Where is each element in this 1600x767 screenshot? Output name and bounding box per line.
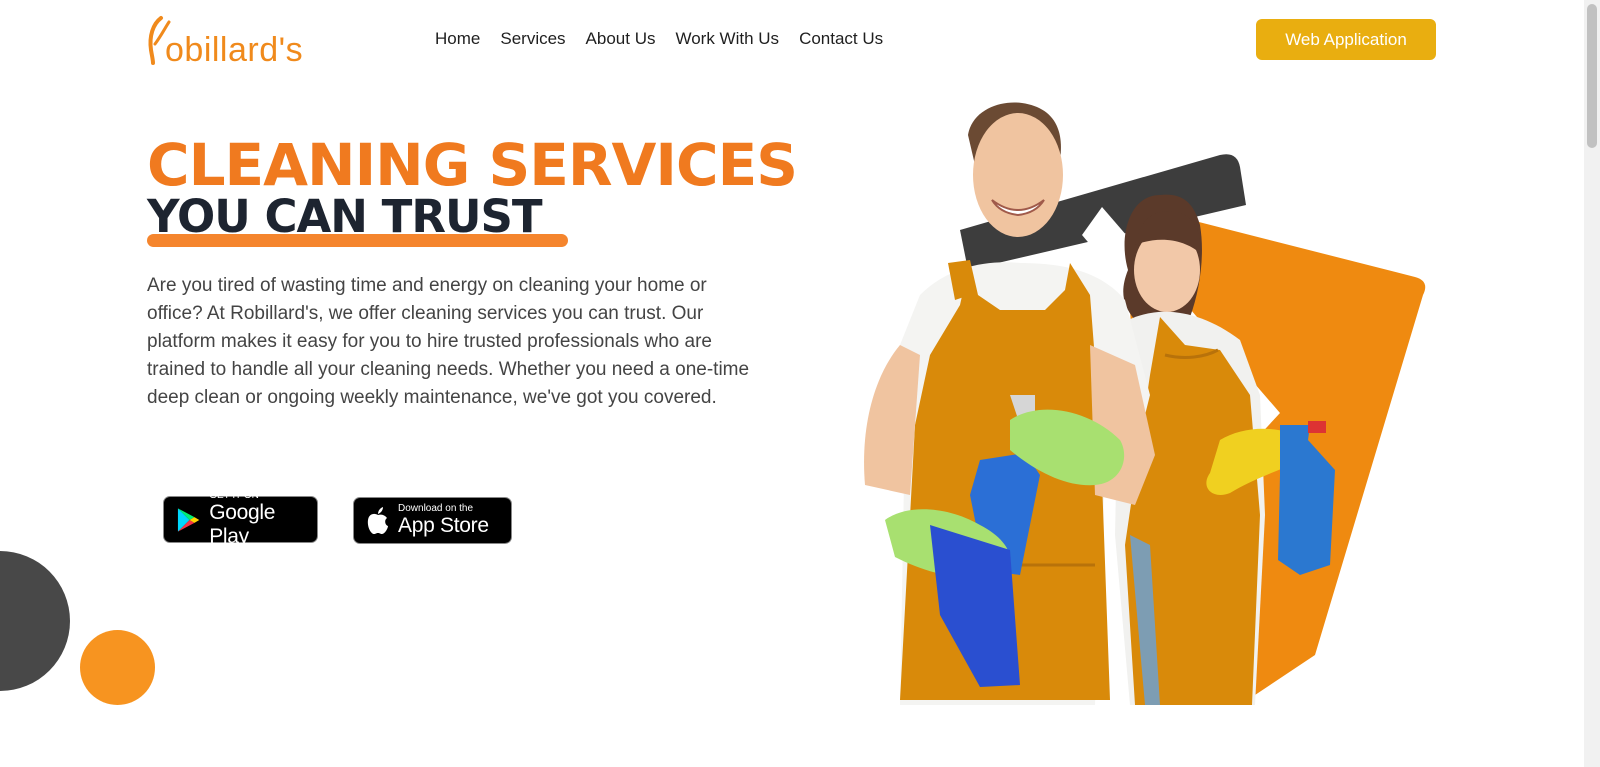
apple-icon (367, 506, 388, 534)
decor-orange-circle (80, 630, 155, 705)
hero-title: CLEANING SERVICES YOU CAN TRUST (147, 131, 798, 247)
google-play-button[interactable]: GET IT ON Google Play (163, 490, 318, 548)
scrollbar[interactable] (1584, 0, 1600, 767)
nav-home[interactable]: Home (435, 28, 480, 50)
hero-title-line2: YOU CAN TRUST (147, 190, 543, 243)
decor-dark-circle (0, 551, 70, 691)
hero-title-line2-wrap: YOU CAN TRUST (147, 190, 568, 247)
app-store-button[interactable]: Download on the App Store (353, 497, 512, 544)
brand-logo[interactable]: obillard's (147, 14, 307, 69)
google-play-big-text: Google Play (209, 501, 276, 548)
scrollbar-thumb[interactable] (1587, 4, 1597, 148)
nav-about-us[interactable]: About Us (586, 28, 656, 50)
hero-cleaners-image (864, 102, 1426, 705)
web-application-button[interactable]: Web Application (1256, 19, 1436, 60)
app-store-big-text: App Store (398, 514, 489, 537)
nav-contact-us[interactable]: Contact Us (799, 28, 883, 50)
hero-title-line1: CLEANING SERVICES (147, 131, 798, 199)
hero-description: Are you tired of wasting time and energy… (147, 275, 750, 408)
google-play-small-text: GET IT ON (209, 490, 259, 501)
main-nav: Home Services About Us Work With Us Cont… (435, 28, 883, 50)
google-play-icon (177, 507, 200, 532)
logo-text: obillard's (165, 31, 304, 69)
page: obillard's Home Services About Us Work W… (0, 0, 1584, 767)
nav-work-with-us[interactable]: Work With Us (675, 28, 779, 50)
nav-services[interactable]: Services (500, 28, 565, 50)
app-store-small-text: Download on the (398, 503, 474, 514)
